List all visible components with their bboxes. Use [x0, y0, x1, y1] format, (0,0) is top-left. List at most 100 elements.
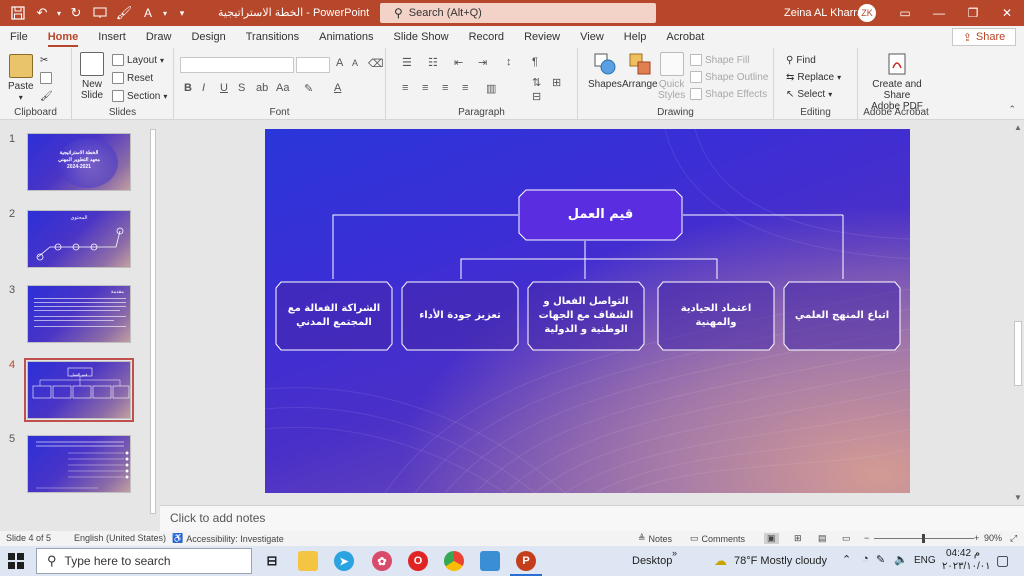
- increase-indent-icon[interactable]: ⇥: [478, 56, 487, 69]
- align-right-icon[interactable]: ≡: [442, 82, 448, 94]
- save-icon[interactable]: [6, 1, 30, 25]
- scroll-up-icon[interactable]: ▲: [1014, 123, 1022, 132]
- character-spacing-button[interactable]: ab: [256, 82, 268, 94]
- reading-view-icon[interactable]: ▤: [818, 533, 827, 544]
- tab-design[interactable]: Design: [181, 26, 235, 48]
- change-case-button[interactable]: Aa: [276, 82, 289, 94]
- weather-text[interactable]: 78°F Mostly cloudy: [734, 555, 827, 567]
- shape-effects-button[interactable]: Shape Effects: [690, 86, 767, 102]
- zoom-out-icon[interactable]: −: [864, 533, 869, 543]
- tab-view[interactable]: View: [570, 26, 614, 48]
- restore-icon[interactable]: ❐: [956, 0, 990, 26]
- line-spacing-icon[interactable]: ↕: [506, 56, 512, 68]
- smartart-icon[interactable]: ⊞: [552, 76, 561, 89]
- volume-icon[interactable]: 🔈: [894, 553, 908, 566]
- clock-date[interactable]: ٢٠٢٣/١٠/٠١: [942, 561, 991, 572]
- windows-start-icon[interactable]: [8, 553, 24, 569]
- new-slide-button[interactable]: New Slide: [80, 52, 104, 101]
- slide-scrollbar[interactable]: ▲ ▼: [1012, 121, 1024, 505]
- notes-pane[interactable]: Click to add notes: [160, 505, 1024, 531]
- zoom-slider-handle[interactable]: [922, 534, 925, 543]
- align-text-icon[interactable]: ⊟: [532, 90, 541, 103]
- minimize-icon[interactable]: —: [922, 0, 956, 26]
- arrange-button[interactable]: Arrange: [622, 52, 658, 90]
- accessibility-status[interactable]: ♿ Accessibility: Investigate: [172, 533, 284, 544]
- slide-thumbnail-2[interactable]: المحتوى: [27, 210, 131, 268]
- slide-thumbnail-4[interactable]: قيم العمل: [24, 358, 134, 422]
- app-icon[interactable]: ✿: [372, 551, 392, 571]
- fit-to-window-icon[interactable]: ⤢: [1010, 533, 1017, 544]
- app-icon-2[interactable]: [480, 551, 500, 571]
- tab-insert[interactable]: Insert: [88, 26, 136, 48]
- start-from-beginning-icon[interactable]: [88, 1, 112, 25]
- chrome-icon[interactable]: [444, 551, 464, 571]
- tab-animations[interactable]: Animations: [309, 26, 383, 48]
- font-color-qat-dropdown-icon[interactable]: ▾: [160, 1, 170, 25]
- tab-slide-show[interactable]: Slide Show: [384, 26, 459, 48]
- toolbar-expand-icon[interactable]: »: [672, 548, 677, 558]
- shape-fill-button[interactable]: Shape Fill: [690, 52, 749, 68]
- decrease-indent-icon[interactable]: ⇤: [454, 56, 463, 69]
- close-icon[interactable]: ✕: [990, 0, 1024, 26]
- format-painter-button[interactable]: 🖌: [40, 88, 53, 104]
- opera-icon[interactable]: O: [408, 551, 428, 571]
- share-button[interactable]: ⇪ Share: [952, 28, 1016, 46]
- undo-icon[interactable]: ↶: [30, 1, 54, 25]
- slide-scroll-thumb[interactable]: [1014, 321, 1022, 386]
- org-chart-node-4[interactable]: تعزيز جودة الأداء: [401, 281, 519, 351]
- taskbar-search-input[interactable]: ⚲ Type here to search: [36, 548, 252, 574]
- font-color-qat-icon[interactable]: A: [136, 1, 160, 25]
- customize-qat-icon[interactable]: ▾: [170, 1, 194, 25]
- create-pdf-button[interactable]: Create and Share Adobe PDF: [862, 52, 932, 112]
- tab-draw[interactable]: Draw: [136, 26, 182, 48]
- notifications-icon[interactable]: ▢: [996, 552, 1009, 569]
- collapse-ribbon-icon[interactable]: ⌃: [1008, 104, 1016, 115]
- tab-home[interactable]: Home: [38, 26, 89, 48]
- bold-button[interactable]: B: [184, 82, 192, 94]
- wifi-icon[interactable]: ◔: [862, 553, 869, 565]
- shape-outline-button[interactable]: Shape Outline: [690, 69, 768, 85]
- paste-button[interactable]: Paste ▾: [8, 54, 34, 103]
- underline-button[interactable]: U: [220, 82, 228, 94]
- numbering-icon[interactable]: ☷: [428, 56, 438, 69]
- file-explorer-icon[interactable]: [298, 551, 318, 571]
- slide-thumbnail-1[interactable]: الخطة الاستراتيجية معهد التطوير المهني 2…: [27, 133, 131, 191]
- clear-formatting-icon[interactable]: ⌫: [368, 57, 384, 70]
- notes-toggle-button[interactable]: ≜ Notes: [638, 533, 672, 544]
- thumbnail-scrollbar[interactable]: [148, 121, 158, 531]
- avatar[interactable]: ZK: [858, 4, 876, 22]
- strikethrough-button[interactable]: S: [238, 82, 245, 94]
- highlight-icon[interactable]: ✎: [304, 82, 313, 95]
- grow-font-button[interactable]: A: [336, 57, 343, 69]
- cut-button[interactable]: ✂: [40, 52, 48, 68]
- redo-icon[interactable]: ↻: [64, 1, 88, 25]
- tab-transitions[interactable]: Transitions: [236, 26, 309, 48]
- copy-button[interactable]: [40, 70, 52, 86]
- tab-review[interactable]: Review: [514, 26, 570, 48]
- slide-thumbnail-5[interactable]: [27, 435, 131, 493]
- slide-show-icon[interactable]: ▭: [842, 533, 851, 544]
- replace-button[interactable]: ⇆ Replace ▾: [786, 69, 841, 85]
- pen-icon[interactable]: ✎: [876, 553, 885, 566]
- powerpoint-taskbar-icon[interactable]: P: [516, 551, 536, 571]
- select-button[interactable]: ↖ Select ▾: [786, 86, 832, 102]
- font-color-button[interactable]: A: [334, 82, 341, 94]
- align-left-icon[interactable]: ≡: [402, 82, 408, 94]
- layout-button[interactable]: Layout ▾: [112, 52, 164, 68]
- format-painter-qat-icon[interactable]: 🖌: [112, 1, 136, 25]
- show-hidden-icons-icon[interactable]: ⌃: [842, 553, 851, 566]
- org-chart-root-node[interactable]: قيم العمل: [518, 189, 683, 241]
- slide-counter[interactable]: Slide 4 of 5: [6, 533, 51, 543]
- align-center-icon[interactable]: ≡: [422, 82, 428, 94]
- search-input[interactable]: ⚲ Search (Alt+Q): [380, 3, 656, 23]
- org-chart-node-2[interactable]: اعتماد الحيادية والمهنية: [657, 281, 775, 351]
- tab-record[interactable]: Record: [459, 26, 514, 48]
- bullets-icon[interactable]: ☰: [402, 56, 412, 69]
- ribbon-display-options-icon[interactable]: ▭: [888, 0, 922, 26]
- task-view-icon[interactable]: ⊟: [262, 551, 282, 571]
- thumbnail-scroll-thumb[interactable]: [150, 129, 156, 514]
- zoom-level[interactable]: 90%: [984, 533, 1002, 543]
- scroll-down-icon[interactable]: ▼: [1014, 493, 1022, 502]
- tab-help[interactable]: Help: [614, 26, 657, 48]
- clock-time[interactable]: 04:42 م: [946, 548, 980, 559]
